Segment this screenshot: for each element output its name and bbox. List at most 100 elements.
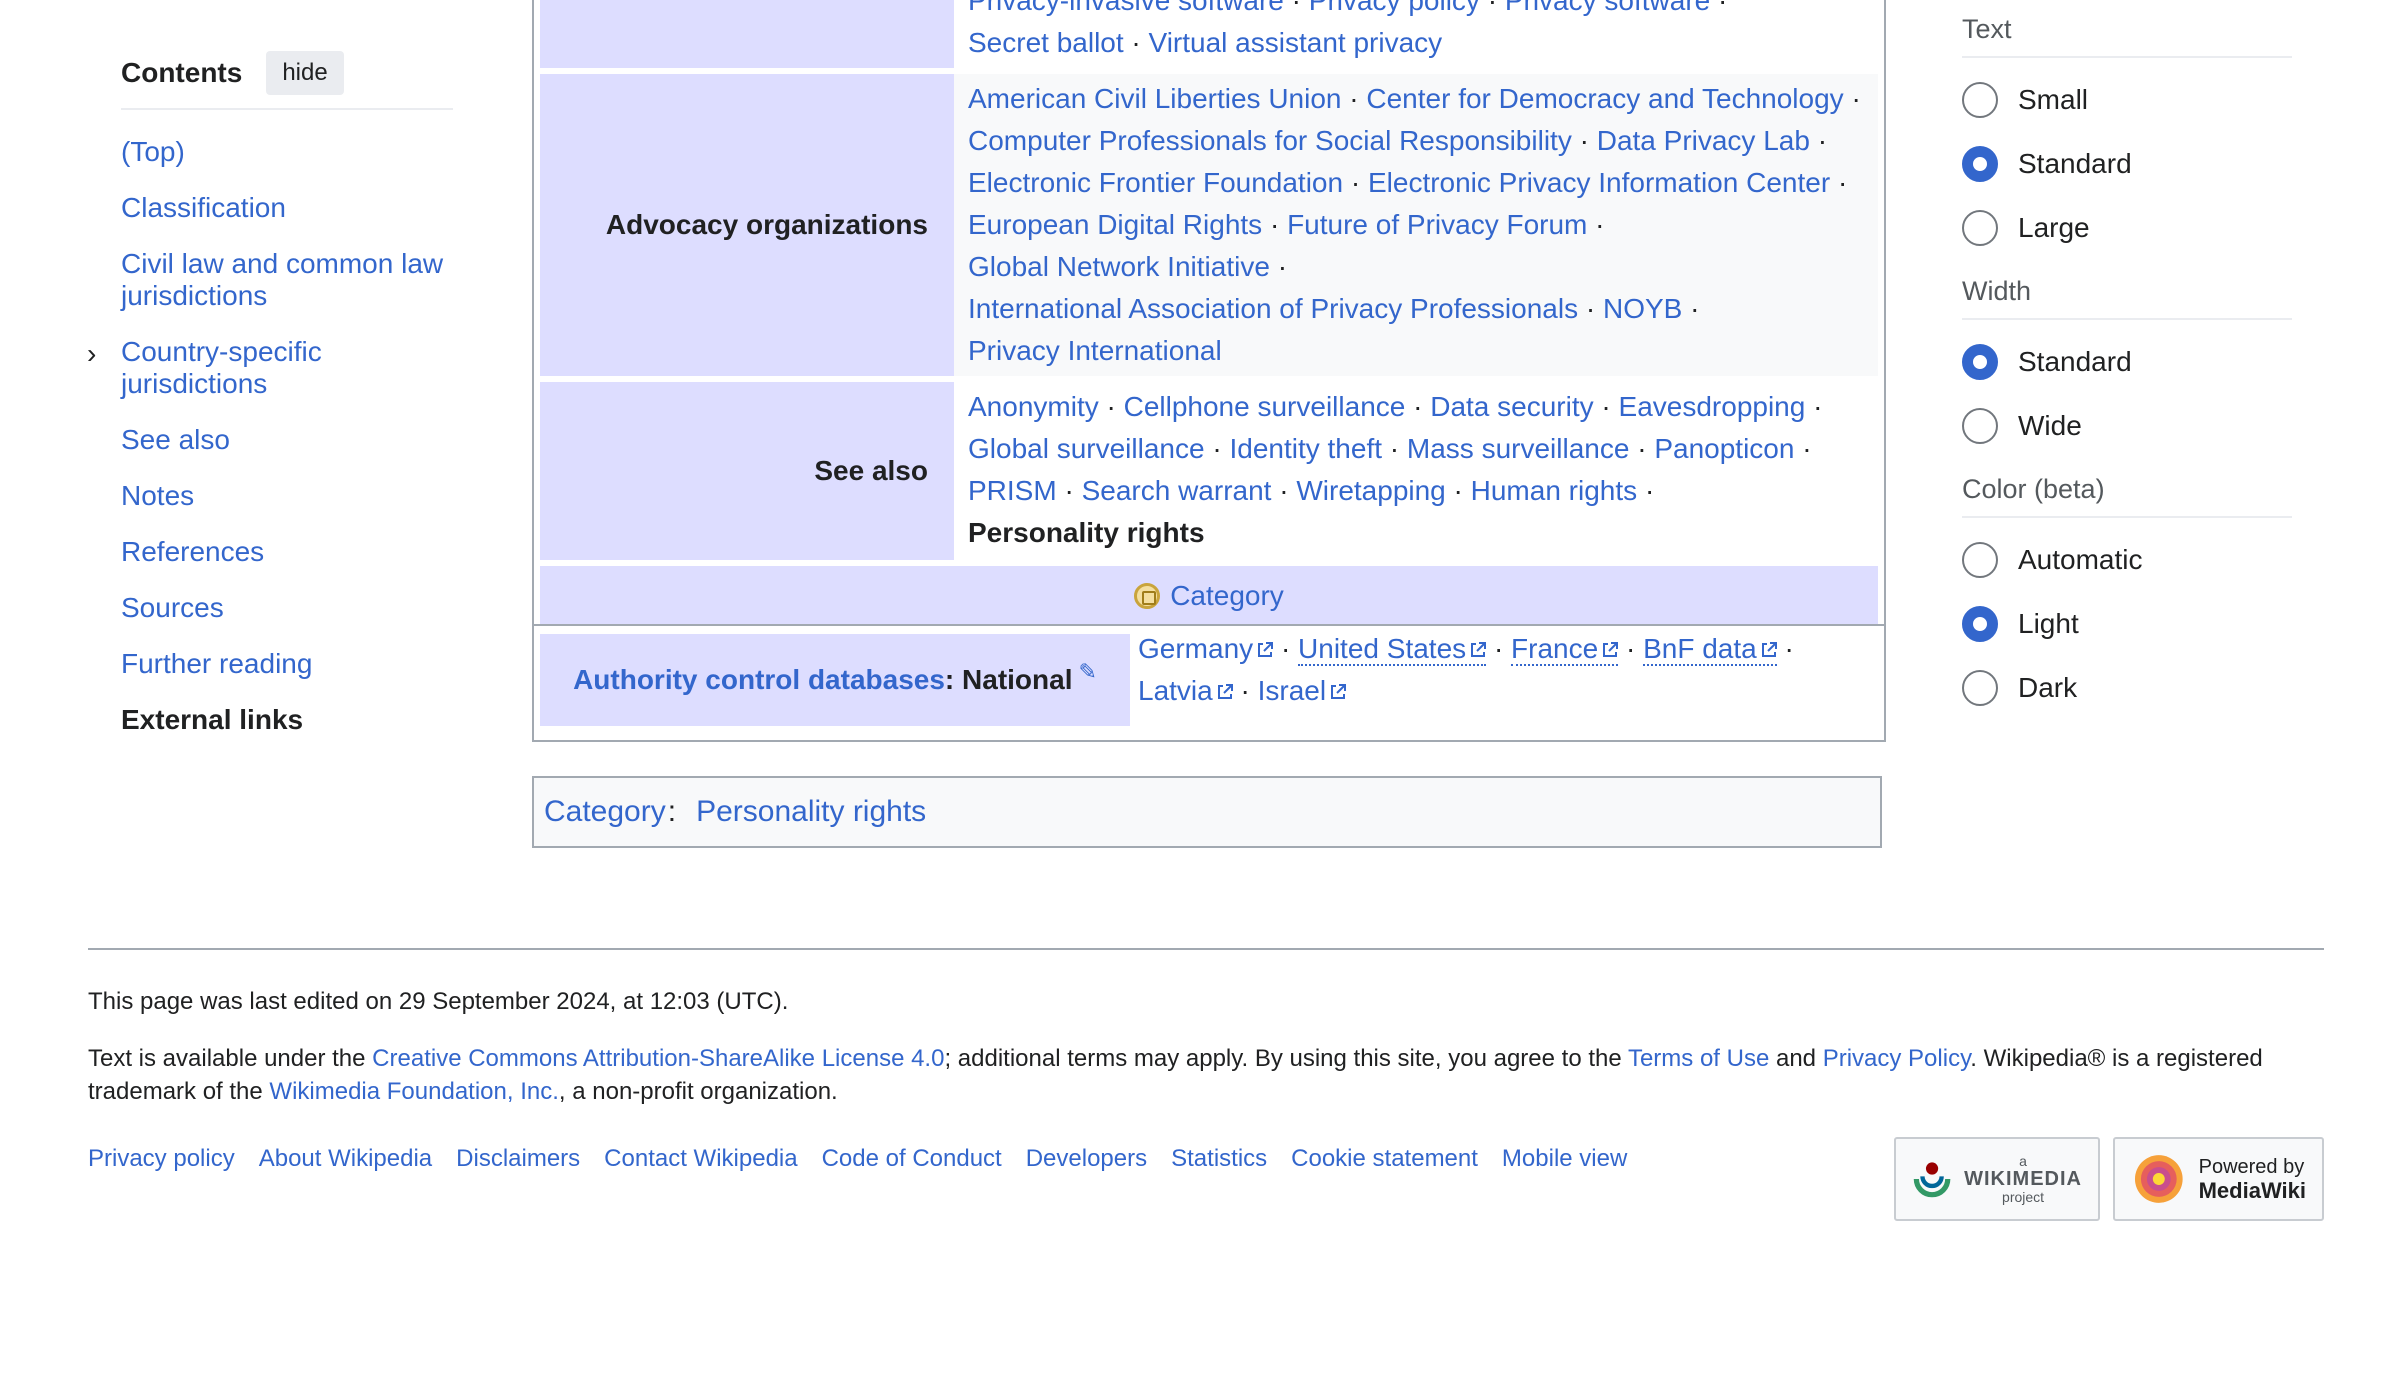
navbox-link[interactable]: Panopticon <box>1654 433 1794 464</box>
authority-link-bnf-data[interactable]: BnF data <box>1643 633 1777 666</box>
radio-button[interactable] <box>1962 408 1998 444</box>
navbox-link[interactable]: Data Privacy Lab <box>1597 125 1810 156</box>
toc-link[interactable]: Country-specific jurisdictions <box>121 336 322 399</box>
privacy-policy-link[interactable]: Privacy Policy <box>1823 1045 1971 1072</box>
navbox-link[interactable]: Global surveillance <box>968 433 1205 464</box>
navbox-link[interactable]: Privacy International <box>968 335 1222 366</box>
toc-item-references[interactable]: References <box>121 536 453 568</box>
footer-link-about[interactable]: About Wikipedia <box>259 1142 432 1175</box>
width-wide-option[interactable]: Wide <box>1962 394 2292 458</box>
navbox-link[interactable]: Cellphone surveillance <box>1124 391 1406 422</box>
authority-link-germany[interactable]: Germany <box>1138 633 1274 664</box>
toc-link[interactable]: (Top) <box>121 136 185 167</box>
navbox-link[interactable]: Mass surveillance <box>1407 433 1630 464</box>
navbox-link[interactable]: Privacy policy <box>1309 0 1480 16</box>
authority-control-link[interactable]: Authority control databases <box>573 664 945 696</box>
powered-by-mediawiki-badge[interactable]: Powered by MediaWiki <box>2113 1137 2324 1221</box>
toc-link[interactable]: Classification <box>121 192 286 223</box>
toc-item-sources[interactable]: Sources <box>121 592 453 624</box>
chevron-right-icon[interactable]: › <box>87 338 96 370</box>
navbox-link[interactable]: Electronic Privacy Information Center <box>1368 167 1830 198</box>
text-size-standard-option[interactable]: Standard <box>1962 132 2292 196</box>
option-label: Automatic <box>2018 544 2143 575</box>
radio-button[interactable] <box>1962 542 1998 578</box>
navbox-link[interactable]: Identity theft <box>1229 433 1382 464</box>
text-size-small-option[interactable]: Small <box>1962 68 2292 132</box>
radio-button-checked[interactable] <box>1962 606 1998 642</box>
footer-link-privacy-policy[interactable]: Privacy policy <box>88 1142 235 1175</box>
radio-button-checked[interactable] <box>1962 146 1998 182</box>
wikimedia-foundation-link[interactable]: Wikimedia Foundation, Inc. <box>269 1078 558 1105</box>
footer-link-statistics[interactable]: Statistics <box>1171 1142 1267 1175</box>
navbox-link[interactable]: NOYB <box>1603 293 1682 324</box>
navbox-link[interactable]: Data security <box>1430 391 1593 422</box>
toc-item-see-also[interactable]: See also <box>121 424 453 456</box>
toc-item-notes[interactable]: Notes <box>121 480 453 512</box>
toc-hide-button[interactable]: hide <box>266 51 344 95</box>
toc-item-country-specific[interactable]: › Country-specific jurisdictions <box>87 336 453 400</box>
navbox-link[interactable]: Privacy software <box>1505 0 1710 16</box>
footer-link-mobile-view[interactable]: Mobile view <box>1502 1142 1627 1175</box>
text-size-large-option[interactable]: Large <box>1962 196 2292 260</box>
toc-item-further-reading[interactable]: Further reading <box>121 648 453 680</box>
color-light-option[interactable]: Light <box>1962 592 2292 656</box>
toc-item-civil-law[interactable]: Civil law and common law jurisdictions <box>121 248 453 312</box>
navbox-link[interactable]: Human rights <box>1471 475 1638 506</box>
navbox-link[interactable]: Electronic Frontier Foundation <box>968 167 1343 198</box>
color-automatic-option[interactable]: Automatic <box>1962 528 2292 592</box>
navbox-link[interactable]: Secret ballot <box>968 27 1124 58</box>
categories-link[interactable]: Category <box>544 795 666 829</box>
navbox-link[interactable]: Virtual assistant privacy <box>1149 27 1443 58</box>
authority-link-france[interactable]: France <box>1511 633 1619 666</box>
toc-link[interactable]: References <box>121 536 264 567</box>
toc-link[interactable]: External links <box>121 704 303 735</box>
license-text: Text is available under the <box>88 1045 373 1072</box>
footer-link-developers[interactable]: Developers <box>1026 1142 1147 1175</box>
navbox-link[interactable]: Wiretapping <box>1296 475 1445 506</box>
edit-pencil-icon[interactable]: ✎ <box>1078 659 1096 685</box>
toc-item-classification[interactable]: Classification <box>121 192 453 224</box>
navbox-link[interactable]: Center for Democracy and Technology <box>1366 83 1843 114</box>
radio-button-checked[interactable] <box>1962 344 1998 380</box>
toc-link[interactable]: Civil law and common law jurisdictions <box>121 248 443 311</box>
color-dark-option[interactable]: Dark <box>1962 656 2292 720</box>
navbox-link[interactable]: Computer Professionals for Social Respon… <box>968 125 1572 156</box>
separator: · <box>1064 475 1082 506</box>
authority-link-latvia[interactable]: Latvia <box>1138 675 1233 706</box>
cc-license-link[interactable]: Creative Commons Attribution-ShareAlike … <box>372 1045 944 1072</box>
navbox-link[interactable]: Eavesdropping <box>1619 391 1806 422</box>
navbox-link[interactable]: PRISM <box>968 475 1057 506</box>
navbox-link[interactable]: European Digital Rights <box>968 209 1262 240</box>
navbox-link[interactable]: Search warrant <box>1082 475 1272 506</box>
terms-of-use-link[interactable]: Terms of Use <box>1628 1045 1769 1072</box>
toc-link[interactable]: Sources <box>121 592 224 623</box>
radio-button[interactable] <box>1962 670 1998 706</box>
footer-link-cookie-statement[interactable]: Cookie statement <box>1291 1142 1478 1175</box>
separator: · <box>1349 83 1367 114</box>
radio-button[interactable] <box>1962 82 1998 118</box>
navbox-link[interactable]: International Association of Privacy Pro… <box>968 293 1578 324</box>
navbox-line: Anonymity · Cellphone surveillance · Dat… <box>968 386 1868 428</box>
authority-link-israel[interactable]: Israel <box>1258 675 1347 706</box>
separator: · <box>1350 167 1368 198</box>
radio-button[interactable] <box>1962 210 1998 246</box>
category-link[interactable]: Category <box>1170 580 1284 612</box>
width-standard-option[interactable]: Standard <box>1962 330 2292 394</box>
navbox-link[interactable]: Global Network Initiative <box>968 251 1270 282</box>
toc-link[interactable]: Notes <box>121 480 194 511</box>
toc-link[interactable]: See also <box>121 424 230 455</box>
navbox-link[interactable]: Future of Privacy Forum <box>1287 209 1587 240</box>
toc-link[interactable]: Further reading <box>121 648 312 679</box>
authority-link-united-states[interactable]: United States <box>1298 633 1487 666</box>
footer-link-code-of-conduct[interactable]: Code of Conduct <box>822 1142 1002 1175</box>
license-info: Text is available under the Creative Com… <box>88 1042 2324 1108</box>
toc-item-top[interactable]: (Top) <box>121 136 453 168</box>
navbox-link[interactable]: Privacy-invasive software <box>968 0 1284 16</box>
toc-item-external-links[interactable]: External links <box>121 704 453 736</box>
footer-link-disclaimers[interactable]: Disclaimers <box>456 1142 580 1175</box>
navbox-link[interactable]: American Civil Liberties Union <box>968 83 1341 114</box>
wikimedia-project-badge[interactable]: a WIKIMEDIA project <box>1894 1137 2100 1221</box>
category-item-link[interactable]: Personality rights <box>696 795 926 829</box>
navbox-link[interactable]: Anonymity <box>968 391 1099 422</box>
footer-link-contact[interactable]: Contact Wikipedia <box>604 1142 797 1175</box>
